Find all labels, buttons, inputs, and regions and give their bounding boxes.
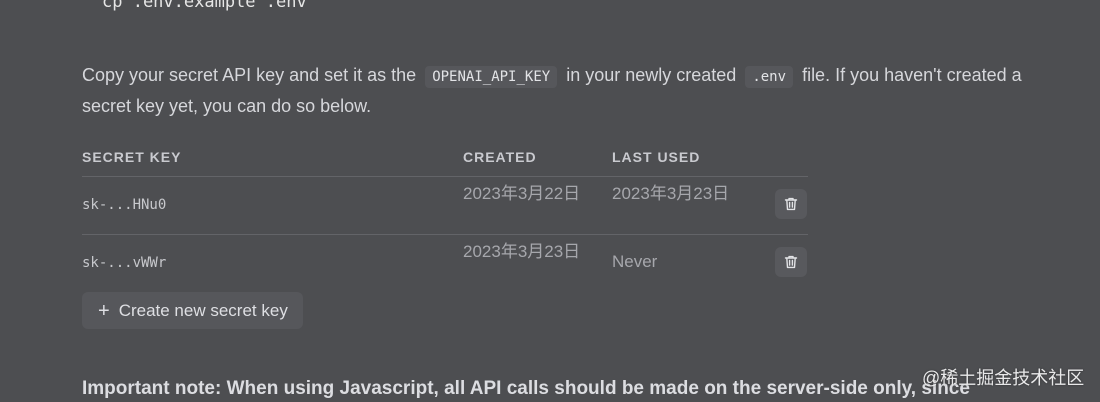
delete-key-button[interactable] xyxy=(775,247,807,277)
trash-icon xyxy=(783,196,799,212)
page: cp .env.example .env Copy your secret AP… xyxy=(0,0,1100,402)
create-button-label: Create new secret key xyxy=(118,300,288,320)
intro-text-middle: in your newly created xyxy=(566,65,737,85)
plus-icon: + xyxy=(98,299,110,322)
header-created: CREATED xyxy=(463,149,537,165)
table-row: sk-...HNu0 2023年3月22日 2023年3月23日 xyxy=(82,177,808,235)
secret-keys-table: SECRET KEY CREATED LAST USED sk-...HNu0 … xyxy=(82,140,808,292)
secret-key-value: sk-...vWWr xyxy=(82,255,167,271)
table-row: sk-...vWWr 2023年3月23日 Never xyxy=(82,235,808,292)
header-secret-key: SECRET KEY xyxy=(82,149,182,165)
created-date: 2023年3月22日 xyxy=(463,184,581,203)
watermark: @稀土掘金技术社区 xyxy=(922,368,1085,388)
env-file-code: .env xyxy=(745,66,794,88)
code-snippet: cp .env.example .env xyxy=(102,0,307,12)
header-last-used: LAST USED xyxy=(612,149,701,165)
table-header: SECRET KEY CREATED LAST USED xyxy=(82,140,808,177)
env-var-code: OPENAI_API_KEY xyxy=(425,66,558,88)
intro-text-before: Copy your secret API key and set it as t… xyxy=(82,65,417,85)
trash-icon xyxy=(783,254,799,270)
secret-key-value: sk-...HNu0 xyxy=(82,197,167,213)
delete-key-button[interactable] xyxy=(775,189,807,219)
intro-paragraph: Copy your secret API key and set it as t… xyxy=(82,61,1022,121)
create-new-secret-key-button[interactable]: + Create new secret key xyxy=(82,292,303,329)
created-date: 2023年3月23日 xyxy=(463,242,581,261)
last-used-date: Never xyxy=(612,252,658,271)
last-used-date: 2023年3月23日 xyxy=(612,184,730,203)
